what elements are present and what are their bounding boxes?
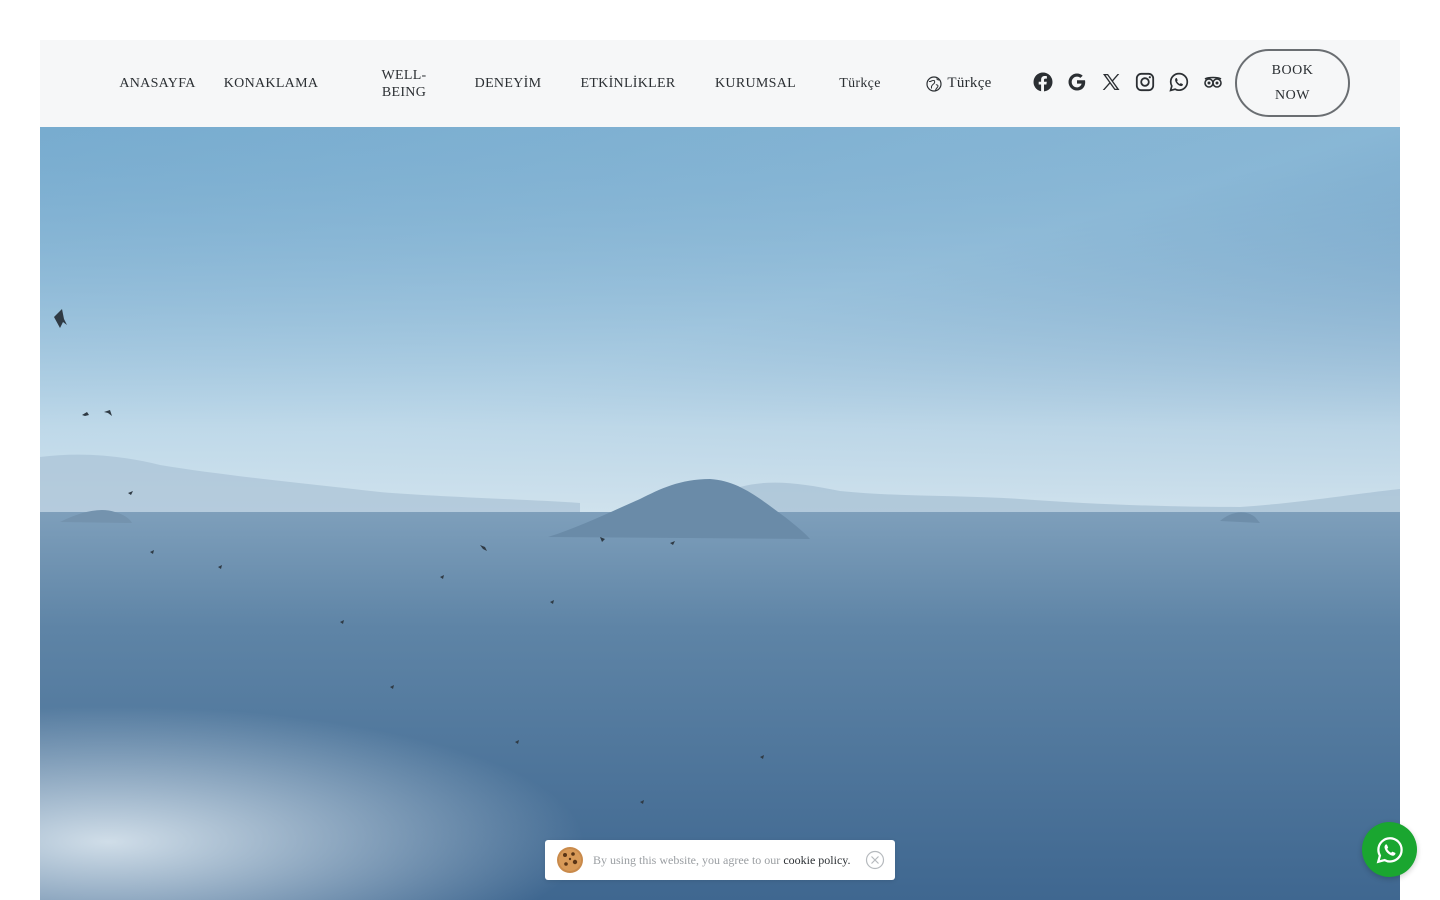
nav-well-being-line2: BEING (381, 84, 427, 100)
facebook-icon[interactable] (1032, 71, 1054, 93)
nav-etkinlikler[interactable]: ETKİNLİKLER (580, 40, 675, 127)
tripadvisor-icon[interactable] (1202, 71, 1224, 93)
whatsapp-icon (1376, 836, 1404, 864)
whatsapp-floating-button[interactable] (1362, 822, 1417, 877)
cookie-text: By using this website, you agree to our (593, 852, 781, 867)
book-now-line1: BOOK (1271, 63, 1314, 78)
cookie-policy-link[interactable]: cookie policy. (783, 853, 850, 868)
language-switcher[interactable]: Türkçe (924, 40, 994, 127)
globe-icon (926, 75, 942, 92)
nav-language[interactable]: Türkçe (837, 40, 883, 127)
cookie-banner: By using this website, you agree to our … (545, 840, 895, 880)
close-icon[interactable] (865, 850, 885, 870)
nav-well-being[interactable]: WELL- BEING (374, 40, 434, 127)
instagram-icon[interactable] (1134, 71, 1156, 93)
page-frame: ANASAYFA KONAKLAMA WELL- BEING DENEYİM E… (40, 40, 1400, 900)
nav-kurumsal[interactable]: KURUMSAL (714, 40, 797, 127)
hero-sea-image (40, 127, 1400, 900)
book-now-line2: NOW (1275, 88, 1310, 103)
nav-anasayfa[interactable]: ANASAYFA (119, 40, 195, 127)
cookie-icon (555, 845, 585, 875)
top-navigation: ANASAYFA KONAKLAMA WELL- BEING DENEYİM E… (40, 40, 1400, 127)
language-switcher-label: Türkçe (947, 75, 992, 91)
x-icon[interactable] (1100, 71, 1122, 93)
whatsapp-icon[interactable] (1168, 71, 1190, 93)
nav-well-being-line1: WELL- (381, 67, 427, 83)
google-icon[interactable] (1066, 71, 1088, 93)
nav-deneyim[interactable]: DENEYİM (473, 40, 543, 127)
nav-konaklama[interactable]: KONAKLAMA (224, 40, 318, 127)
book-now-button[interactable]: BOOK NOW (1235, 49, 1350, 117)
